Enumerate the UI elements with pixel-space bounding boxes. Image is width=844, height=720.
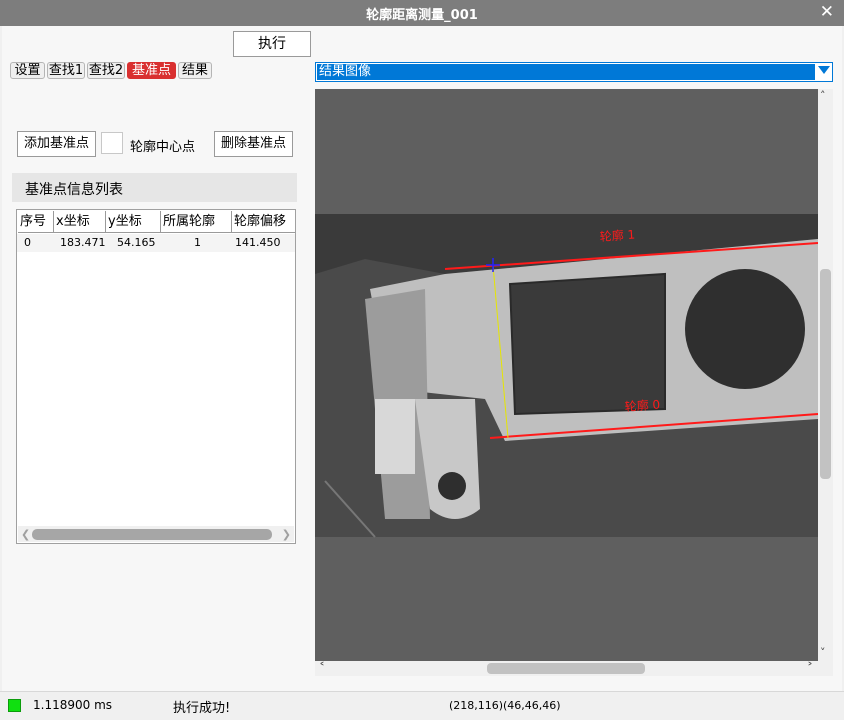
execute-button[interactable]: 执行 xyxy=(233,31,311,57)
viewer-vertical-scrollbar[interactable]: ˄ ˅ xyxy=(818,89,833,661)
delete-reference-point-button[interactable]: 删除基准点 xyxy=(214,131,293,157)
window-title: 轮廓距离测量_001 xyxy=(366,8,478,23)
contour-label-1: 轮廓 1 xyxy=(599,227,635,244)
status-message: 执行成功! xyxy=(173,701,231,716)
scroll-down-icon[interactable]: ˅ xyxy=(820,646,826,659)
circular-hole xyxy=(685,269,805,389)
table-cell-x: 183.471 xyxy=(60,236,106,249)
table-cell-offset: 141.450 xyxy=(235,236,281,249)
close-icon[interactable]: ✕ xyxy=(820,2,834,22)
chevron-down-icon[interactable] xyxy=(818,66,830,74)
column-header-index[interactable]: 序号 xyxy=(18,211,54,233)
column-header-contour[interactable]: 所属轮廓 xyxy=(161,211,232,233)
scroll-right-icon[interactable]: ˃ xyxy=(807,661,813,675)
contour-center-checkbox[interactable] xyxy=(101,132,123,154)
table-row[interactable]: 0 183.471 54.165 1 141.450 xyxy=(17,234,295,252)
image-viewer[interactable]: 轮廓 1 轮廓 0 ˄ ˅ ˂ ˃ xyxy=(315,89,833,676)
table-horizontal-scrollbar[interactable]: ❮ ❯ xyxy=(18,526,294,542)
cursor-coords: (218,116) xyxy=(449,699,504,712)
viewer-horizontal-thumb[interactable] xyxy=(487,663,645,674)
column-header-offset[interactable]: 轮廓偏移 xyxy=(232,211,295,233)
table-cell-index: 0 xyxy=(24,236,31,249)
execution-time: 1.118900 ms xyxy=(33,698,113,712)
pixel-rgb: (46,46,46) xyxy=(503,699,561,712)
viewer-vertical-thumb[interactable] xyxy=(820,269,831,479)
contour-center-label: 轮廓中心点 xyxy=(130,140,196,155)
status-bar: 1.118900 ms 执行成功! (218,116) (46,46,46) xyxy=(0,691,844,720)
scroll-left-icon[interactable]: ❮ xyxy=(21,528,30,541)
tab-settings[interactable]: 设置 xyxy=(10,62,45,79)
title-bar: 轮廓距离测量_001 ✕ xyxy=(0,0,844,26)
add-reference-point-button[interactable]: 添加基准点 xyxy=(17,131,96,157)
tab-result[interactable]: 结果 xyxy=(178,62,212,79)
table-cell-y: 54.165 xyxy=(117,236,156,249)
tab-find2[interactable]: 查找2 xyxy=(87,62,125,79)
image-select-value: 结果图像 xyxy=(317,64,815,80)
reference-list-title: 基准点信息列表 xyxy=(25,182,123,198)
tab-reference-point[interactable]: 基准点 xyxy=(127,62,176,79)
column-header-x[interactable]: x坐标 xyxy=(54,211,106,233)
reference-point-table[interactable]: 序号 x坐标 y坐标 所属轮廓 轮廓偏移 0 183.471 54.165 1 … xyxy=(16,209,296,544)
tab-find1[interactable]: 查找1 xyxy=(47,62,85,79)
metal-clip xyxy=(375,399,415,474)
mounting-hole xyxy=(438,472,466,500)
table-scroll-thumb[interactable] xyxy=(32,529,272,540)
column-header-y[interactable]: y坐标 xyxy=(106,211,161,233)
scroll-right-icon[interactable]: ❯ xyxy=(282,528,291,541)
square-window xyxy=(508,272,666,416)
table-cell-contour: 1 xyxy=(194,236,201,249)
contour-label-0: 轮廓 0 xyxy=(624,397,660,414)
image-select[interactable]: 结果图像 xyxy=(315,62,833,82)
status-led-icon xyxy=(8,699,21,712)
reference-list-header: 基准点信息列表 xyxy=(12,173,297,202)
scroll-left-icon[interactable]: ˂ xyxy=(319,661,325,675)
viewer-horizontal-scrollbar[interactable]: ˂ ˃ xyxy=(315,661,833,676)
scroll-up-icon[interactable]: ˄ xyxy=(820,89,826,102)
result-image: 轮廓 1 轮廓 0 xyxy=(315,89,818,661)
